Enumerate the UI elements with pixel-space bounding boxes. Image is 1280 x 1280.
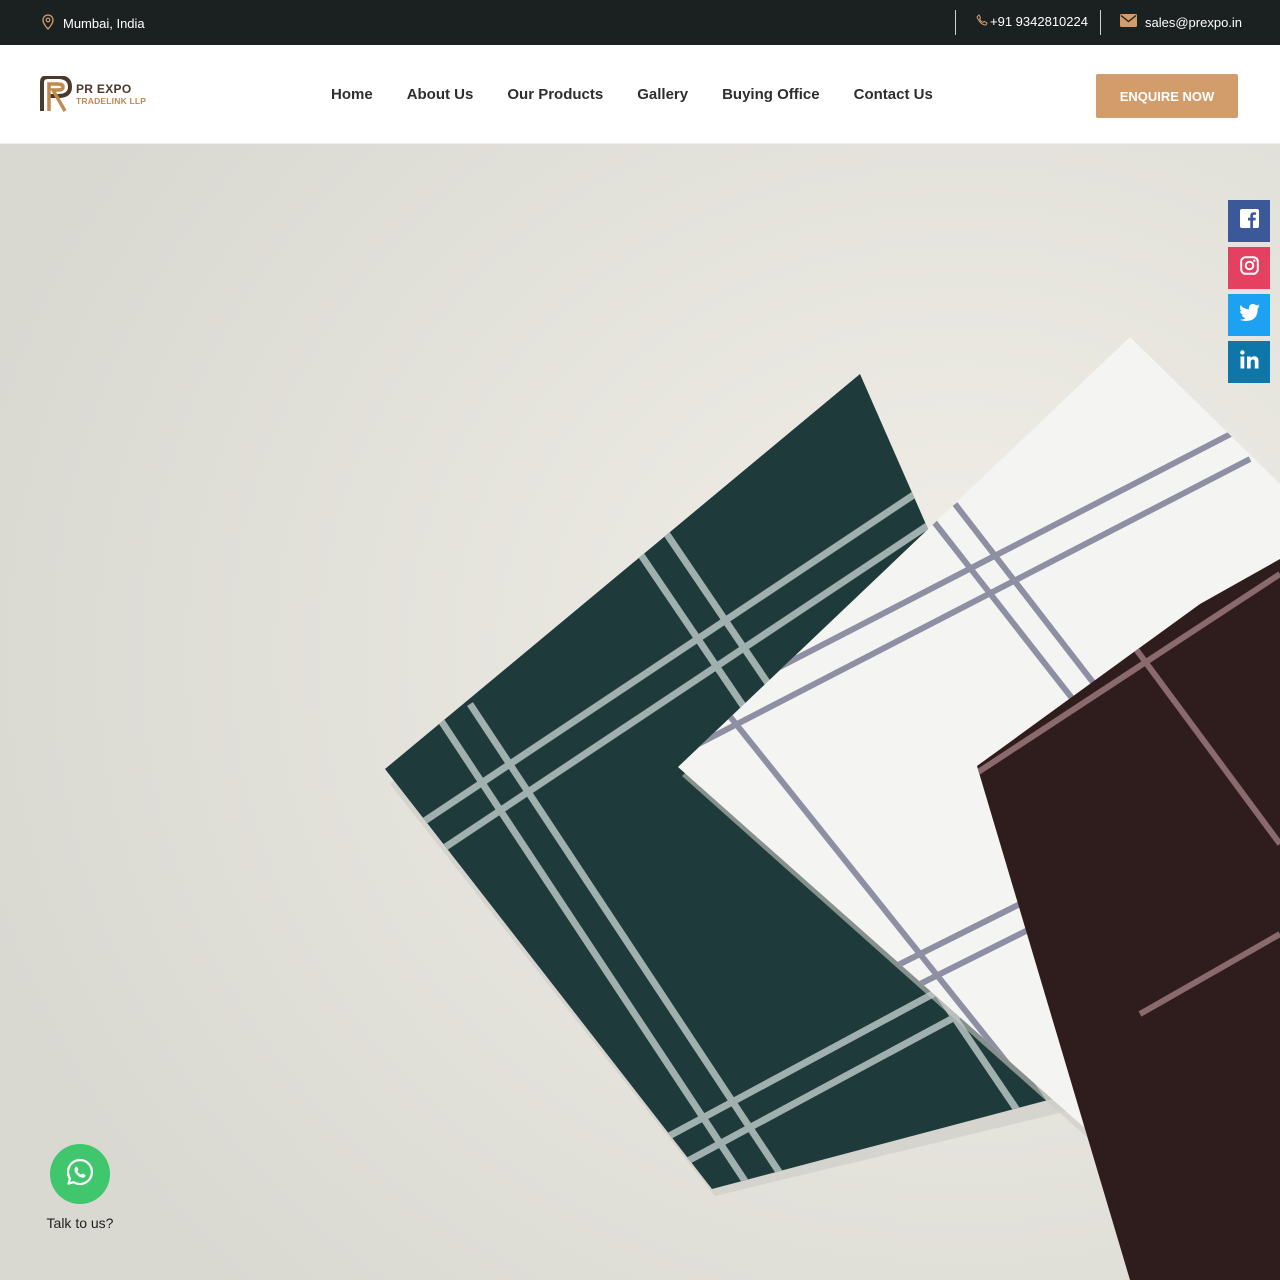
logo-wordmark: PR EXPO TRADELINK LLP <box>76 83 146 106</box>
whatsapp-icon <box>65 1157 95 1192</box>
nav-buying-office[interactable]: Buying Office <box>722 86 820 103</box>
hero-product-image <box>0 144 1280 1280</box>
hero-banner <box>0 144 1280 1280</box>
email-info[interactable]: sales@prexpo.in <box>1120 14 1242 30</box>
site-logo[interactable]: PR EXPO TRADELINK LLP <box>40 75 154 113</box>
main-nav: Home About Us Our Products Gallery Buyin… <box>331 86 933 103</box>
envelope-icon <box>1120 14 1137 30</box>
facebook-link[interactable] <box>1228 200 1270 242</box>
linkedin-icon <box>1239 350 1259 374</box>
logo-mark <box>40 76 73 112</box>
location-info: Mumbai, India <box>42 14 145 33</box>
location-text: Mumbai, India <box>63 16 145 31</box>
twitter-icon <box>1238 304 1260 326</box>
linkedin-link[interactable] <box>1228 341 1270 383</box>
logo-line-1: PR EXPO <box>76 81 132 96</box>
main-header: PR EXPO TRADELINK LLP Home About Us Our … <box>0 45 1280 144</box>
nav-gallery[interactable]: Gallery <box>637 86 688 103</box>
topbar-divider <box>955 10 956 35</box>
top-contact-bar: Mumbai, India +91 9342810224 sales@prexp… <box>0 0 1280 45</box>
phone-info[interactable]: +91 9342810224 <box>976 14 1088 29</box>
phone-icon <box>976 14 988 29</box>
facebook-icon <box>1239 209 1259 233</box>
whatsapp-button[interactable] <box>50 1144 110 1204</box>
map-pin-icon <box>42 14 54 33</box>
enquire-now-button[interactable]: ENQUIRE NOW <box>1096 74 1238 118</box>
instagram-icon <box>1239 256 1259 280</box>
whatsapp-label: Talk to us? <box>46 1215 114 1231</box>
nav-home[interactable]: Home <box>331 86 373 103</box>
instagram-link[interactable] <box>1228 247 1270 289</box>
phone-link[interactable]: +91 9342810224 <box>990 14 1088 29</box>
topbar-divider <box>1100 10 1101 35</box>
nav-about-us[interactable]: About Us <box>407 86 474 103</box>
twitter-link[interactable] <box>1228 294 1270 336</box>
logo-line-2: TRADELINK LLP <box>76 95 147 106</box>
nav-our-products[interactable]: Our Products <box>507 86 603 103</box>
nav-contact-us[interactable]: Contact Us <box>854 86 933 103</box>
email-link[interactable]: sales@prexpo.in <box>1145 15 1242 30</box>
